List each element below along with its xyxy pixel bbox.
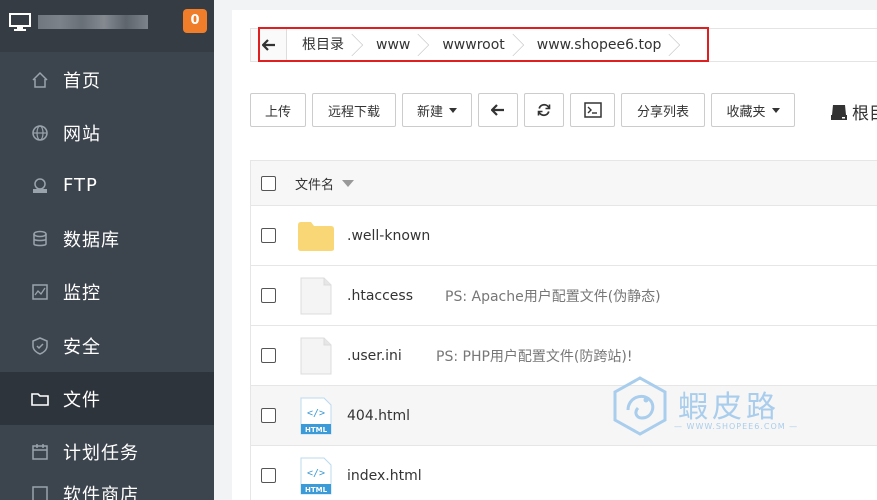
disk-root-label: 根目	[852, 104, 877, 124]
file-name[interactable]: .htaccess	[347, 288, 413, 304]
sidebar-item-store[interactable]: 软件商店	[0, 479, 214, 500]
sidebar-item-label: 计划任务	[63, 442, 139, 464]
row-checkbox[interactable]	[261, 348, 276, 363]
table-row[interactable]: .htaccess PS: Apache用户配置文件(伪静态)	[251, 265, 877, 325]
favorites-dropdown-button[interactable]: 收藏夹	[711, 93, 795, 127]
row-checkbox[interactable]	[261, 288, 276, 303]
html-file-icon: </> HTML	[297, 397, 335, 435]
table-row[interactable]: .user.ini PS: PHP用户配置文件(防跨站)!	[251, 325, 877, 385]
disk-icon	[831, 104, 847, 120]
table-row[interactable]: .well-known	[251, 205, 877, 265]
select-all-checkbox[interactable]	[261, 175, 276, 191]
file-remark: PS: Apache用户配置文件(伪静态)	[445, 288, 661, 305]
sidebar-item-label: 软件商店	[63, 484, 139, 500]
shield-icon	[30, 336, 50, 356]
svg-text:HTML: HTML	[305, 426, 328, 434]
sidebar-item-label: FTP	[63, 175, 98, 197]
svg-text:</>: </>	[307, 468, 325, 479]
table-row[interactable]: </> HTML index.html	[251, 445, 877, 500]
globe-icon	[30, 123, 50, 143]
row-checkbox[interactable]	[261, 468, 276, 483]
file-icon	[297, 277, 335, 315]
file-name[interactable]: index.html	[347, 468, 422, 484]
sidebar-nav: 首页 网站 FTP 数据库 监控 安全 文件 计划任务 软件商店	[0, 53, 214, 500]
sidebar-item-home[interactable]: 首页	[0, 53, 214, 106]
sidebar-item-label: 首页	[63, 70, 101, 92]
notification-badge[interactable]: 0	[183, 9, 207, 33]
svg-text:</>: </>	[307, 408, 325, 419]
new-dropdown-button[interactable]: 新建	[402, 93, 472, 127]
refresh-icon	[537, 103, 551, 117]
column-header-filename[interactable]: 文件名	[295, 174, 355, 193]
table-row[interactable]: </> HTML 404.html	[251, 385, 877, 445]
svg-text:HTML: HTML	[305, 486, 328, 494]
caret-down-icon	[771, 107, 780, 113]
sidebar-item-ftp[interactable]: FTP	[0, 159, 214, 212]
remote-download-button[interactable]: 远程下载	[312, 93, 396, 127]
sidebar-item-label: 监控	[63, 283, 101, 305]
terminal-icon	[583, 102, 602, 118]
table-header: 文件名	[251, 161, 877, 205]
file-toolbar: 上传 远程下载 新建 分享列表 收藏夹	[250, 93, 795, 127]
row-checkbox[interactable]	[261, 228, 276, 243]
breadcrumb-item[interactable]: www	[362, 29, 428, 61]
file-table: 文件名 .well-known .htaccess PS: Apache用户配置…	[250, 160, 877, 500]
sidebar-item-label: 安全	[63, 336, 101, 358]
breadcrumb: 根目录 www wwwroot www.shopee6.top	[250, 28, 877, 62]
sort-caret-icon	[342, 179, 355, 187]
breadcrumb-item[interactable]: www.shopee6.top	[523, 29, 680, 61]
sidebar-item-monitor[interactable]: 监控	[0, 266, 214, 319]
sidebar-item-cron[interactable]: 计划任务	[0, 425, 214, 478]
file-icon	[297, 337, 335, 375]
folder-icon	[297, 217, 335, 255]
refresh-button[interactable]	[524, 93, 564, 127]
monitor-chart-icon	[30, 282, 50, 302]
breadcrumb-back-button[interactable]	[251, 29, 287, 61]
sidebar-item-website[interactable]: 网站	[0, 106, 214, 159]
back-button[interactable]	[478, 93, 518, 127]
ftp-icon	[30, 176, 50, 196]
sidebar-item-label: 文件	[63, 389, 101, 411]
computer-icon	[9, 13, 31, 31]
new-button-label: 新建	[416, 104, 443, 120]
upload-button[interactable]: 上传	[250, 93, 306, 127]
server-hostname-blurred	[38, 15, 148, 29]
sidebar: 0 首页 网站 FTP 数据库 监控 安全 文件 计划任务 软件商店	[0, 0, 214, 500]
share-list-button[interactable]: 分享列表	[621, 93, 705, 127]
html-file-icon: </> HTML	[297, 457, 335, 495]
folder-icon	[30, 389, 50, 409]
database-icon	[30, 229, 50, 249]
file-manager-panel: 根目录 www wwwroot www.shopee6.top 上传 远程下载 …	[232, 10, 877, 500]
home-icon	[30, 70, 50, 90]
sidebar-header: 0	[0, 0, 214, 52]
terminal-button[interactable]	[570, 93, 615, 127]
breadcrumb-path: 根目录 www wwwroot www.shopee6.top	[288, 29, 679, 61]
calendar-icon	[30, 442, 50, 462]
file-name[interactable]: .well-known	[347, 228, 430, 244]
file-name[interactable]: .user.ini	[347, 348, 402, 364]
file-name[interactable]: 404.html	[347, 408, 410, 424]
store-icon	[30, 484, 50, 500]
breadcrumb-item[interactable]: wwwroot	[428, 29, 522, 61]
file-remark: PS: PHP用户配置文件(防跨站)!	[436, 348, 633, 365]
row-checkbox[interactable]	[261, 408, 276, 423]
arrow-left-icon	[261, 39, 275, 51]
sidebar-item-label: 网站	[63, 123, 101, 145]
caret-down-icon	[449, 107, 457, 113]
sidebar-item-security[interactable]: 安全	[0, 319, 214, 372]
favorites-button-label: 收藏夹	[726, 104, 766, 120]
sidebar-item-label: 数据库	[63, 230, 120, 252]
disk-root-link[interactable]: 根目	[830, 99, 877, 124]
column-header-filename-label: 文件名	[295, 177, 335, 193]
arrow-left-icon	[491, 104, 504, 116]
breadcrumb-item[interactable]: 根目录	[288, 29, 362, 61]
sidebar-item-database[interactable]: 数据库	[0, 213, 214, 266]
sidebar-item-files[interactable]: 文件	[0, 372, 214, 426]
